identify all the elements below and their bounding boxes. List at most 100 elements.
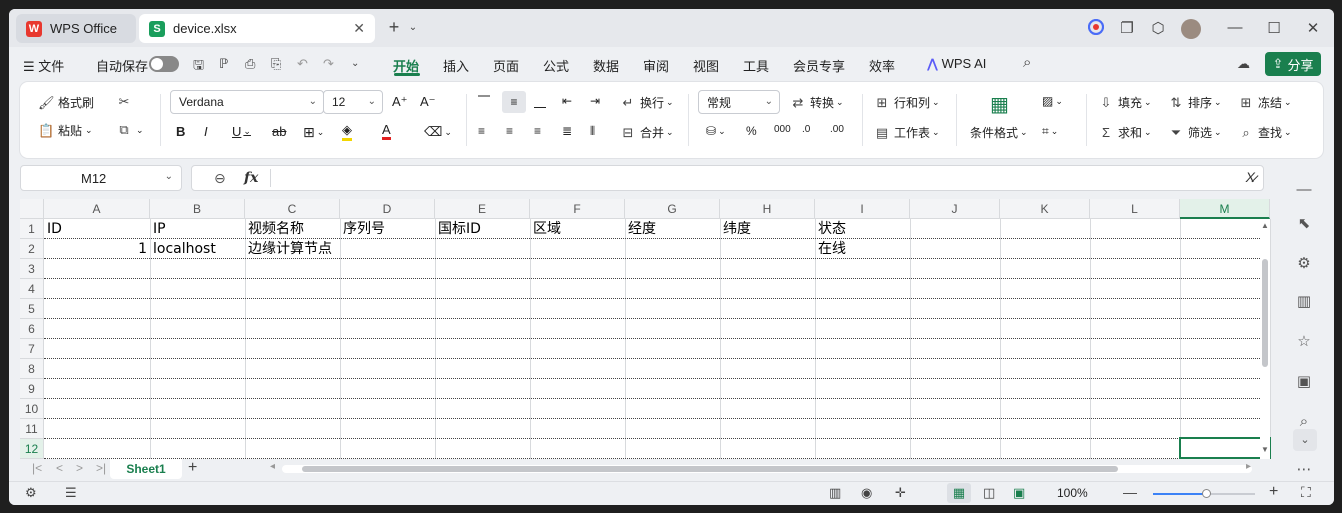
scroll-left-icon[interactable]: ◂ — [270, 461, 275, 472]
menu-tab-tools[interactable]: 工具 — [743, 56, 769, 75]
cell-b1[interactable]: IP — [150, 219, 166, 239]
cell-h1[interactable]: 纬度 — [720, 219, 751, 239]
underline-icon[interactable]: U ⌄ — [232, 124, 251, 139]
collapse-icon[interactable]: — — [1293, 179, 1315, 201]
freeze-button[interactable]: ⊞ 冻结 ⌄ — [1238, 94, 1292, 111]
add-sheet-button[interactable]: + — [188, 459, 197, 477]
scroll-thumb[interactable] — [302, 466, 1118, 472]
cell-style-icon[interactable]: ▨ ⌄ — [1042, 94, 1063, 108]
tab-wps-office[interactable]: W WPS Office — [16, 14, 136, 43]
menu-tab-insert[interactable]: 插入 — [443, 56, 469, 75]
more-chevron-icon[interactable]: ⌄ — [351, 58, 359, 69]
cut-button[interactable]: ✂ — [116, 94, 136, 110]
column-header-a[interactable]: A — [44, 199, 150, 219]
cube-icon[interactable]: ⬡ — [1146, 19, 1170, 37]
border-icon[interactable]: ⊞ ⌄ — [303, 124, 324, 141]
redo-icon[interactable]: ↷ — [323, 56, 334, 72]
select-all-corner[interactable] — [20, 199, 44, 219]
active-cell-m12[interactable] — [1179, 437, 1271, 459]
font-name-select[interactable]: Verdana ⌄ — [170, 90, 324, 114]
eraser-icon[interactable]: ⌫ ⌄ — [424, 124, 452, 140]
eye-icon[interactable]: ◉ — [861, 485, 872, 501]
format-painter-button[interactable]: 🖌 格式刷 — [38, 94, 94, 111]
scroll-thumb[interactable] — [1262, 259, 1268, 367]
sheet-tab-sheet1[interactable]: Sheet1 — [110, 459, 182, 479]
font-color-icon[interactable]: A — [382, 122, 391, 140]
page-layout-view-icon[interactable]: ▣ — [1013, 485, 1025, 501]
cell-i2[interactable]: 在线 — [815, 239, 910, 259]
increase-decimal-icon[interactable]: .0 — [802, 124, 810, 135]
avatar[interactable] — [1179, 19, 1203, 39]
column-header-f[interactable]: F — [530, 199, 625, 219]
row-header-3[interactable]: 3 — [20, 259, 44, 279]
chevron-down-icon[interactable]: ⌄ — [401, 22, 425, 33]
menu-tab-data[interactable]: 数据 — [593, 56, 619, 75]
align-center-icon[interactable]: ≡ — [506, 124, 513, 138]
align-bottom-icon[interactable]: ⎽ — [534, 94, 546, 109]
cell-a2[interactable]: 1 — [44, 239, 150, 259]
row-header-12[interactable]: 12 — [20, 439, 44, 459]
align-left-icon[interactable]: ≡ — [478, 124, 485, 138]
row-header-5[interactable]: 5 — [20, 299, 44, 319]
column-header-l[interactable]: L — [1090, 199, 1180, 219]
column-header-i[interactable]: I — [815, 199, 910, 219]
last-sheet-icon[interactable]: >| — [96, 461, 106, 475]
print-preview-icon[interactable]: ⎘ — [271, 56, 281, 72]
zoom-slider[interactable] — [1153, 489, 1255, 498]
distributed-icon[interactable]: ⫴ — [590, 124, 595, 139]
wrap-button[interactable]: ↵ 换行 ⌄ — [620, 94, 674, 111]
table-layout-icon[interactable]: ▥ — [1293, 291, 1315, 313]
conditional-format-button[interactable]: 条件格式 ⌄ — [970, 124, 1028, 141]
vertical-scrollbar[interactable]: ▲ ▼ — [1260, 219, 1270, 459]
zoom-formula-icon[interactable]: ⊖ — [214, 170, 226, 187]
save-icon[interactable]: 🖫 — [193, 56, 204, 78]
row-header-10[interactable]: 10 — [20, 399, 44, 419]
scroll-up-icon[interactable]: ▲ — [1261, 221, 1269, 230]
menu-tab-page[interactable]: 页面 — [493, 56, 519, 75]
sort-button[interactable]: ⇅ 排序 ⌄ — [1168, 94, 1222, 111]
worksheet-button[interactable]: ▤ 工作表 ⌄ — [874, 124, 940, 141]
minimize-button[interactable]: — — [1223, 19, 1247, 36]
menu-tab-efficiency[interactable]: 效率 — [869, 56, 895, 75]
cell-g1[interactable]: 经度 — [625, 219, 656, 239]
crosshair-icon[interactable]: ✛ — [895, 485, 906, 501]
window-copy-icon[interactable]: ❐ — [1115, 19, 1139, 37]
cell-a1[interactable]: ID — [44, 219, 62, 239]
align-middle-icon[interactable]: ≡ — [502, 91, 526, 113]
search-icon[interactable]: ⌕ — [1023, 54, 1031, 71]
row-header-6[interactable]: 6 — [20, 319, 44, 339]
percent-icon[interactable]: % — [746, 124, 757, 138]
image-icon[interactable]: ▣ — [1293, 371, 1315, 393]
thousands-icon[interactable]: 000 — [774, 124, 791, 135]
copy-button[interactable]: ⧉ ⌄ — [116, 122, 143, 138]
cloud-icon[interactable]: ☁ — [1237, 56, 1250, 72]
strikethrough-icon[interactable]: ab — [272, 124, 286, 139]
scroll-right-icon[interactable]: ▸ — [1246, 461, 1251, 472]
fill-button[interactable]: ⇩ 填充 ⌄ — [1098, 94, 1152, 111]
align-right-icon[interactable]: ≡ — [534, 124, 541, 138]
share-button[interactable]: ⇪ 分享 — [1265, 52, 1321, 76]
menu-tab-member[interactable]: 会员专享 — [793, 56, 845, 75]
column-header-d[interactable]: D — [340, 199, 435, 219]
row-header-4[interactable]: 4 — [20, 279, 44, 299]
more-icon[interactable]: ⋯ — [1293, 459, 1315, 481]
decrease-font-icon[interactable]: A⁻ — [420, 94, 436, 110]
print-icon[interactable]: ⎙ — [245, 56, 255, 72]
row-header-2[interactable]: 2 — [20, 239, 44, 259]
column-header-e[interactable]: E — [435, 199, 530, 219]
cell-f1[interactable]: 区域 — [530, 219, 561, 239]
decrease-decimal-icon[interactable]: .00 — [830, 124, 844, 135]
rows-cols-button[interactable]: ⊞ 行和列 ⌄ — [874, 94, 940, 111]
page-break-view-icon[interactable]: ◫ — [983, 485, 995, 501]
wps-ai-button[interactable]: ⋀ WPS AI — [927, 56, 986, 72]
undo-icon[interactable]: ↶ — [297, 56, 308, 72]
justify-icon[interactable]: ≣ — [562, 124, 572, 138]
column-header-c[interactable]: C — [245, 199, 340, 219]
close-icon[interactable]: ✕ — [353, 20, 365, 37]
chart-icon[interactable]: ▥ — [829, 485, 841, 501]
select-cursor-icon[interactable]: ⬉ — [1293, 213, 1315, 235]
horizontal-scrollbar[interactable] — [282, 465, 1252, 473]
name-box[interactable]: M12 ⌄ — [20, 165, 182, 191]
close-window-button[interactable]: ✕ — [1301, 19, 1325, 37]
merge-button[interactable]: ⊟ 合并 ⌄ — [620, 124, 674, 141]
